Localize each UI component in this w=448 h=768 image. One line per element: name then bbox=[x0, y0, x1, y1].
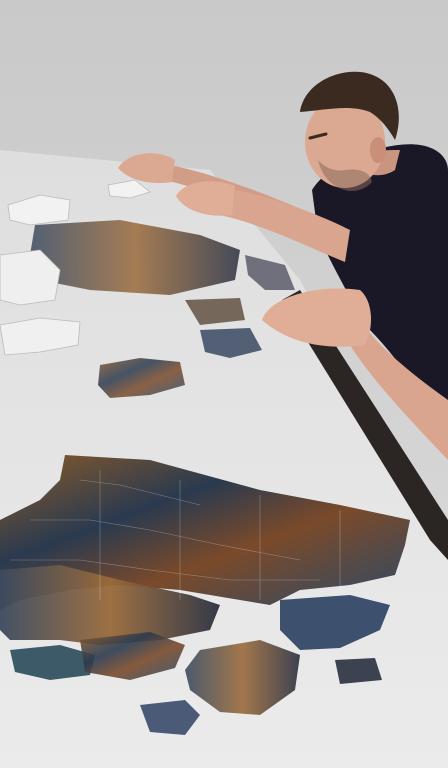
scene-illustration bbox=[0, 0, 448, 768]
puzzle-piece-far-right bbox=[335, 658, 382, 684]
person-ear bbox=[370, 137, 386, 163]
photo-scene bbox=[0, 0, 448, 768]
